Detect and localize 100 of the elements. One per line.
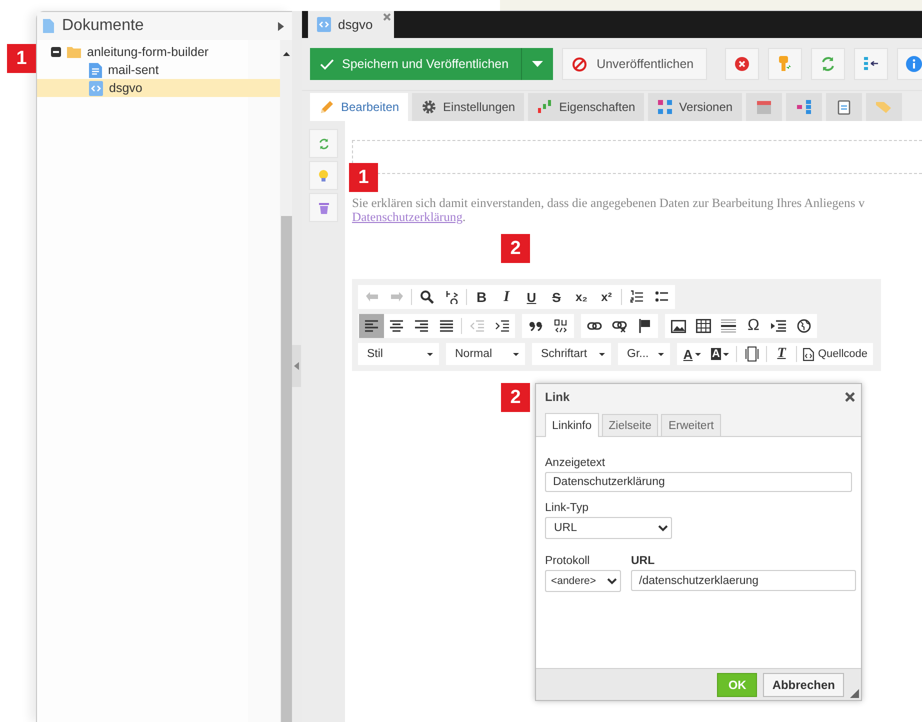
hierarchy-icon <box>796 99 812 115</box>
field-label: URL <box>631 555 656 567</box>
step-marker: 1 <box>349 163 378 192</box>
delete-button[interactable] <box>724 48 759 80</box>
superscript-button[interactable]: x² <box>594 285 619 309</box>
unpublish-button[interactable]: Unveröffentlichen <box>562 48 707 80</box>
show-blocks-icon <box>771 320 786 332</box>
bold-button[interactable]: B <box>469 285 494 309</box>
lightbulb-icon <box>319 170 328 182</box>
container-icon <box>554 319 568 333</box>
italic-button[interactable]: I <box>494 285 519 309</box>
outdent-icon <box>470 320 484 332</box>
tab[interactable]: Versionen <box>648 93 742 121</box>
numbered-list-icon <box>630 290 644 304</box>
remove-format-button[interactable]: T <box>769 342 794 366</box>
expand-arrow-icon[interactable] <box>278 22 284 30</box>
key-icon <box>778 56 792 72</box>
calendar-icon <box>756 99 772 115</box>
align-left-button[interactable] <box>359 314 384 338</box>
collapse-icon[interactable] <box>51 47 61 57</box>
maximize-icon <box>744 346 758 362</box>
tree-item-label: mail-sent <box>108 63 159 77</box>
code-file-icon <box>317 17 331 32</box>
close-icon[interactable] <box>845 392 855 402</box>
reload-icon <box>318 138 330 150</box>
redo-icon <box>390 291 404 303</box>
step-marker: 2 <box>501 234 530 263</box>
caret-icon <box>532 61 543 67</box>
globe-icon <box>796 319 810 333</box>
tab[interactable]: Eigenschaften <box>528 93 644 121</box>
search-icon <box>420 290 434 304</box>
align-left-icon <box>365 320 378 332</box>
table-icon <box>696 319 711 333</box>
dialog-tab[interactable]: Linkinfo <box>545 413 599 437</box>
dialog-tab[interactable]: Zielseite <box>602 414 658 436</box>
source-button[interactable]: Quellcode <box>799 342 872 366</box>
tree-item[interactable]: anleitung-form-builder <box>37 43 280 61</box>
prohibited-icon <box>572 56 587 72</box>
reload-button[interactable] <box>309 129 338 158</box>
link-type-select[interactable]: URL <box>545 517 672 539</box>
hierarchy-arrow-icon <box>862 56 879 72</box>
info-icon <box>906 56 922 72</box>
code-page-icon <box>803 348 814 360</box>
document-icon <box>89 62 102 78</box>
dialog-tab[interactable]: Erweitert <box>661 414 721 436</box>
trash-icon <box>318 202 328 214</box>
scroll-up-icon[interactable] <box>282 52 290 56</box>
field-label: Link-Typ <box>545 502 590 514</box>
folder-icon <box>67 46 81 58</box>
text-color-button[interactable]: A <box>678 342 706 366</box>
move-button[interactable] <box>854 48 888 80</box>
background-color-button[interactable]: A <box>706 342 734 366</box>
info-button[interactable] <box>896 48 922 80</box>
underline-button[interactable]: U <box>519 285 544 309</box>
display-text-field[interactable]: Datenschutzerklärung <box>545 472 852 492</box>
unlink-icon <box>612 320 627 332</box>
bars-icon <box>537 99 554 115</box>
tree-item[interactable]: mail-sent <box>37 61 280 79</box>
resize-grip-icon[interactable] <box>850 689 859 698</box>
justify-icon <box>440 320 453 332</box>
subscript-button[interactable]: x₂ <box>569 285 594 309</box>
reload-icon <box>820 56 836 72</box>
scrollbar[interactable] <box>280 40 292 722</box>
tree-item-label: dsgvo <box>109 81 142 95</box>
link-icon <box>587 321 602 331</box>
delete-button[interactable] <box>309 193 338 222</box>
panel-title: Dokumente <box>62 17 145 35</box>
protocol-select[interactable]: <andere> <box>545 570 621 592</box>
quote-icon <box>528 321 542 331</box>
close-icon <box>734 57 749 71</box>
tab-label: dsgvo <box>338 17 373 32</box>
tab[interactable]: Bearbeiten <box>310 93 408 121</box>
tag-icon <box>874 99 893 115</box>
collapse-handle[interactable] <box>292 344 301 386</box>
image-icon <box>671 320 686 332</box>
cancel-button[interactable]: Abbrechen <box>763 672 844 696</box>
step-marker: 1 <box>7 44 36 73</box>
tree-item-label: anleitung-form-builder <box>87 45 209 59</box>
document-icon <box>43 19 54 33</box>
url-field[interactable]: /datenschutzerklaerung <box>631 570 856 591</box>
close-icon[interactable] <box>383 13 391 21</box>
reload-button[interactable] <box>810 48 845 80</box>
special-button[interactable]: Ω <box>741 314 766 338</box>
consent-paragraph: Sie erklären sich damit einverstanden, dass die angegebenen Daten zur Bearbeitung Ihres Anliegens v Datenschutzerklärung. <box>352 196 866 224</box>
tree-item[interactable]: dsgvo <box>37 79 280 97</box>
clipboard-icon <box>836 99 852 115</box>
tab[interactable] <box>786 93 822 121</box>
grid-icon <box>657 99 674 115</box>
code-file-icon <box>89 80 103 96</box>
strike-button[interactable]: S <box>544 285 569 309</box>
tab[interactable] <box>746 93 782 121</box>
field-label: Anzeigetext <box>545 457 606 469</box>
document-tab[interactable]: dsgvo <box>308 11 394 38</box>
field-label: Protokoll <box>545 555 591 567</box>
pencil-icon <box>319 99 335 115</box>
gear-icon <box>421 99 438 115</box>
tab[interactable]: Einstellungen <box>412 93 524 121</box>
indent-icon <box>494 320 508 332</box>
tab[interactable] <box>826 93 862 121</box>
align-center-icon <box>390 320 403 332</box>
